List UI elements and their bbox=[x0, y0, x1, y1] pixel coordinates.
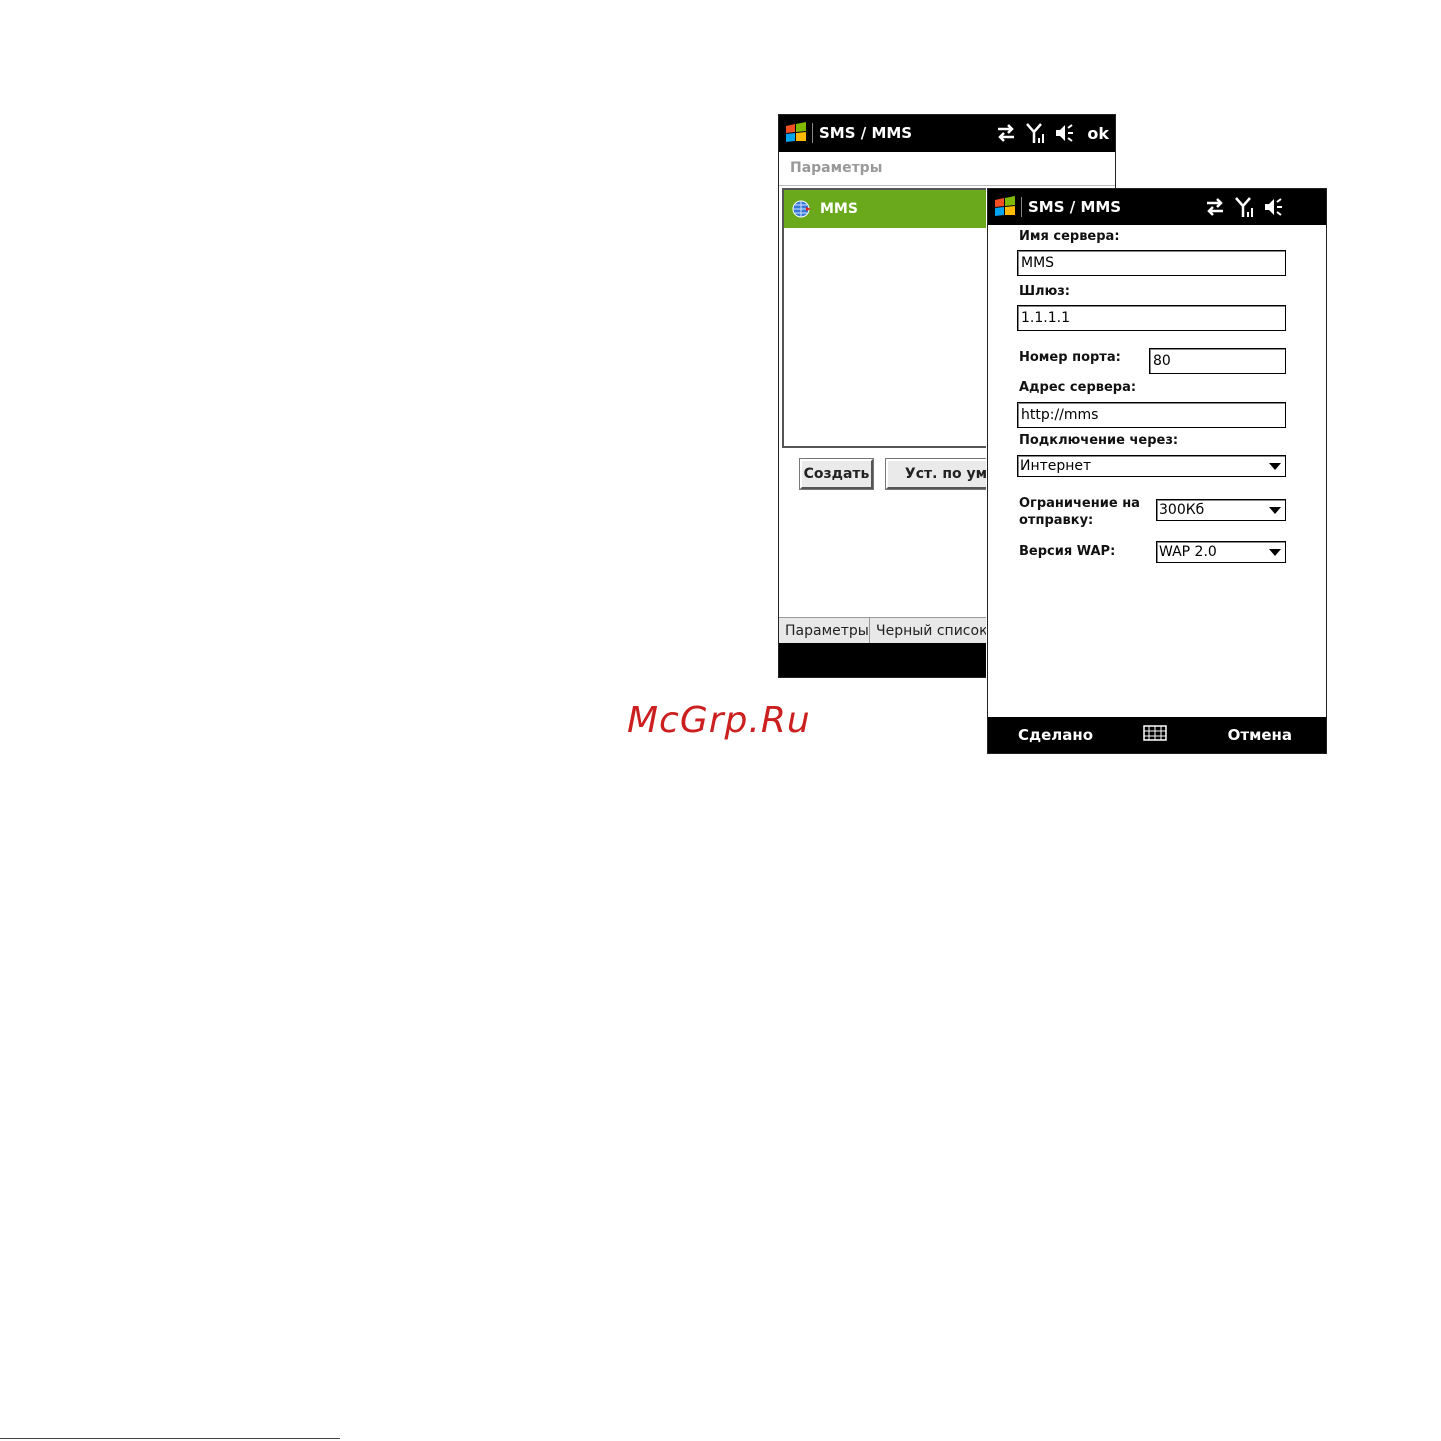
softkey-bar: Сделано Отмена bbox=[988, 717, 1326, 753]
title-bar: SMS / MMS bbox=[988, 189, 1326, 225]
port-label: Номер порта: bbox=[1019, 350, 1121, 365]
page-divider bbox=[0, 1438, 340, 1439]
chevron-down-icon bbox=[1269, 549, 1281, 556]
done-softkey[interactable]: Сделано bbox=[1018, 726, 1093, 744]
port-field[interactable]: 80 bbox=[1149, 348, 1286, 374]
server-address-field[interactable]: http://mms bbox=[1017, 402, 1286, 428]
list-item-label: MMS bbox=[820, 201, 858, 217]
wap-version-label: Версия WAP: bbox=[1019, 544, 1116, 559]
speaker-icon[interactable] bbox=[1053, 122, 1075, 144]
cancel-softkey[interactable]: Отмена bbox=[1228, 726, 1292, 744]
settings-subheader: Параметры bbox=[779, 152, 1115, 186]
mms-server-settings-screen: SMS / MMS Имя сервера: MMS Шлюз: 1.1.1.1… bbox=[987, 188, 1327, 754]
gateway-field[interactable]: 1.1.1.1 bbox=[1017, 305, 1286, 331]
send-limit-select[interactable]: 300Кб bbox=[1156, 499, 1286, 521]
chevron-down-icon bbox=[1269, 463, 1281, 470]
connectivity-icon[interactable] bbox=[995, 122, 1017, 144]
connect-via-value: Интернет bbox=[1020, 458, 1092, 474]
windows-start-icon[interactable] bbox=[993, 196, 1017, 218]
send-limit-label-line1: Ограничение на bbox=[1019, 496, 1140, 511]
watermark-logo: McGrp.Ru bbox=[627, 700, 811, 741]
server-name-label: Имя сервера: bbox=[1019, 229, 1120, 244]
title-bar: SMS / MMS ok bbox=[779, 115, 1115, 152]
wap-version-select[interactable]: WAP 2.0 bbox=[1156, 541, 1286, 563]
tab-blacklist[interactable]: Черный список bbox=[870, 618, 1003, 644]
signal-icon[interactable] bbox=[1025, 122, 1047, 144]
speaker-icon[interactable] bbox=[1262, 196, 1284, 218]
connect-via-select[interactable]: Интернет bbox=[1017, 455, 1286, 477]
keyboard-icon[interactable] bbox=[1143, 725, 1167, 741]
connectivity-icon[interactable] bbox=[1204, 196, 1226, 218]
globe-icon bbox=[792, 200, 811, 218]
title-separator bbox=[812, 123, 813, 143]
send-limit-label: Ограничение на отправку: bbox=[1019, 495, 1140, 529]
ok-button[interactable]: ok bbox=[1087, 124, 1109, 143]
create-button[interactable]: Создать bbox=[800, 459, 873, 489]
connect-via-label: Подключение через: bbox=[1019, 433, 1179, 448]
send-limit-value: 300Кб bbox=[1159, 502, 1205, 518]
tab-settings[interactable]: Параметры bbox=[779, 618, 870, 644]
title-separator bbox=[1021, 197, 1022, 217]
app-title: SMS / MMS bbox=[1028, 198, 1122, 216]
subheader-title: Параметры bbox=[790, 160, 883, 176]
gateway-label: Шлюз: bbox=[1019, 284, 1070, 299]
windows-start-icon[interactable] bbox=[784, 122, 808, 144]
send-limit-label-line2: отправку: bbox=[1019, 513, 1094, 528]
signal-icon[interactable] bbox=[1234, 196, 1256, 218]
server-address-label: Адрес сервера: bbox=[1019, 380, 1137, 395]
wap-version-value: WAP 2.0 bbox=[1159, 544, 1217, 560]
app-title: SMS / MMS bbox=[819, 124, 913, 142]
chevron-down-icon bbox=[1269, 507, 1281, 514]
server-name-field[interactable]: MMS bbox=[1017, 250, 1286, 276]
